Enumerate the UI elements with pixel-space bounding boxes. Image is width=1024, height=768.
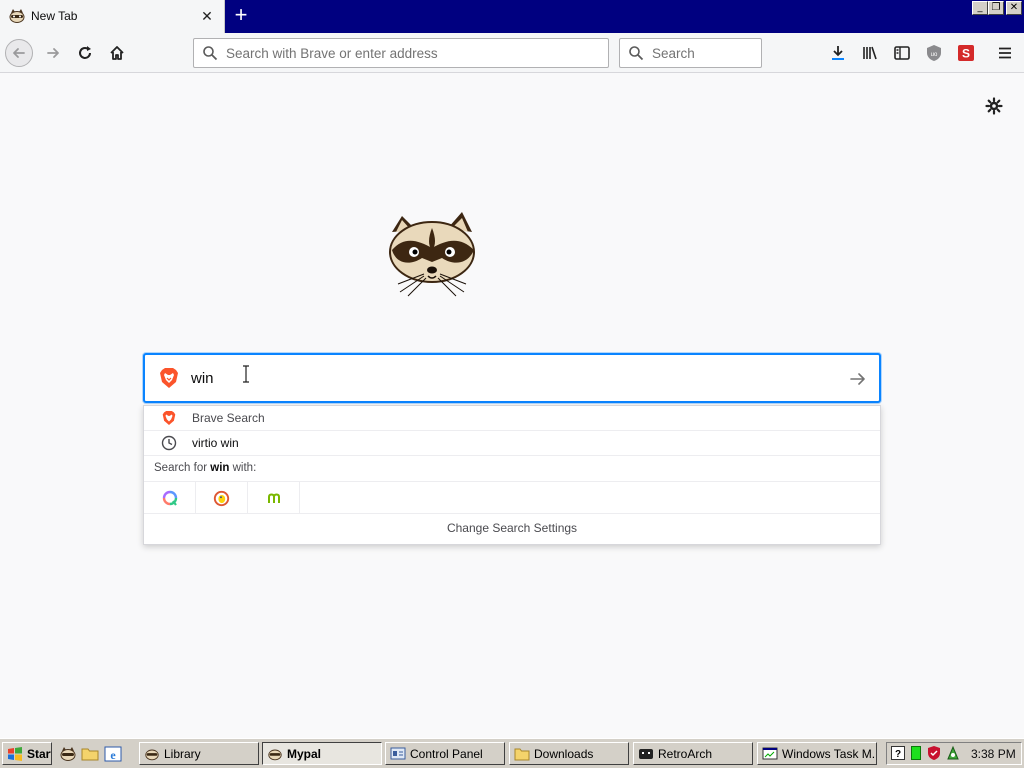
folder-quicklaunch-icon[interactable] <box>81 745 99 763</box>
library-button[interactable] <box>858 41 882 65</box>
ublock-button[interactable]: uo <box>922 41 946 65</box>
taskbar-item-task-manager[interactable]: Windows Task M... <box>757 742 877 765</box>
minimize-button[interactable]: _ <box>972 1 988 15</box>
search-bar-placeholder: Search <box>652 46 695 61</box>
reload-icon <box>79 46 91 59</box>
close-window-button[interactable]: ✕ <box>1006 1 1022 15</box>
shield-tray-icon[interactable] <box>927 745 941 761</box>
search-for-header: Search for win with: <box>154 462 257 474</box>
search-query-text: win <box>191 370 214 387</box>
menu-icon <box>999 47 1011 59</box>
addon-s-button[interactable]: S <box>954 41 978 65</box>
task-manager-icon <box>762 747 778 759</box>
raccoon-quicklaunch-icon[interactable] <box>59 745 77 763</box>
help-icon[interactable]: ? <box>891 746 905 760</box>
new-tab-page: win Brave Search virtio win Search for w… <box>0 74 1024 738</box>
forward-arrow-icon <box>47 48 59 58</box>
qwant-icon <box>162 490 177 506</box>
suggestion-history[interactable]: virtio win <box>144 431 880 456</box>
raccoon-logo-icon <box>389 212 475 297</box>
engine-qwant-button[interactable] <box>144 482 196 514</box>
page-settings-button[interactable] <box>982 94 1006 118</box>
taskbar-item-downloads[interactable]: Downloads <box>509 742 629 765</box>
app-tray-icon[interactable] <box>945 745 961 761</box>
mojeek-icon <box>267 493 280 503</box>
url-bar[interactable]: Search with Brave or enter address <box>193 38 609 68</box>
suggestion-label: Brave Search <box>192 411 265 425</box>
taskbar: Start e Library Mypal Control Panel Down… <box>0 738 1024 768</box>
clock: 3:38 PM <box>971 747 1016 761</box>
nav-toolbar: Search with Brave or enter address Searc… <box>0 33 1024 73</box>
gear-icon <box>985 97 1003 115</box>
svg-text:uo: uo <box>931 52 938 58</box>
ublock-icon: uo <box>927 45 941 61</box>
addon-s-icon: S <box>958 45 974 61</box>
folder-icon <box>514 748 530 760</box>
duckduckgo-icon <box>213 490 230 506</box>
back-button[interactable] <box>4 38 34 68</box>
search-suggestions-dropdown: Brave Search virtio win Search for win w… <box>143 405 881 545</box>
suggestion-label: virtio win <box>192 436 239 450</box>
taskbar-item-library[interactable]: Library <box>139 742 259 765</box>
forward-button[interactable] <box>38 38 68 68</box>
raccoon-app-icon <box>268 749 282 760</box>
history-clock-icon <box>161 435 177 451</box>
home-button[interactable] <box>102 38 132 68</box>
search-go-button[interactable] <box>847 368 869 390</box>
back-arrow-icon <box>5 39 33 67</box>
taskbar-item-retroarch[interactable]: RetroArch <box>633 742 753 765</box>
retroarch-icon <box>639 748 653 759</box>
restore-button[interactable]: ❐ <box>988 1 1004 15</box>
engine-duckduckgo-button[interactable] <box>196 482 248 514</box>
engine-mojeek-button[interactable] <box>248 482 300 514</box>
new-tab-button[interactable]: + <box>228 3 254 29</box>
raccoon-favicon-icon <box>9 9 25 23</box>
arrow-right-icon <box>850 373 865 385</box>
newtab-search-input[interactable]: win <box>143 353 881 403</box>
start-label: Start <box>27 746 52 761</box>
download-button[interactable] <box>826 41 850 65</box>
start-button[interactable]: Start <box>2 742 52 765</box>
control-panel-icon <box>390 747 406 759</box>
library-icon <box>863 46 877 60</box>
system-tray: ? 3:38 PM <box>886 742 1022 765</box>
search-icon <box>629 46 644 61</box>
raccoon-app-icon <box>145 749 159 760</box>
text-cursor-icon <box>243 365 249 383</box>
tab-new-tab[interactable]: New Tab ✕ <box>0 0 225 33</box>
search-bar[interactable]: Search <box>619 38 762 68</box>
tab-title: New Tab <box>31 9 78 23</box>
menu-button[interactable] <box>993 41 1017 65</box>
brave-icon <box>160 368 178 388</box>
search-for-term: win <box>210 462 230 474</box>
network-status-icon[interactable] <box>911 746 921 760</box>
ie-quicklaunch-icon[interactable]: e <box>104 745 122 763</box>
reload-button[interactable] <box>70 38 100 68</box>
search-icon <box>203 46 218 61</box>
change-search-settings-button[interactable]: Change Search Settings <box>144 521 880 535</box>
one-off-engines-row <box>144 481 880 514</box>
home-icon <box>110 46 124 60</box>
sidebar-button[interactable] <box>890 41 914 65</box>
svg-text:?: ? <box>895 749 901 760</box>
brave-icon <box>161 410 177 426</box>
tab-close-icon[interactable]: ✕ <box>198 6 216 26</box>
download-icon <box>832 46 844 60</box>
tab-strip: New Tab ✕ + _ ❐ ✕ <box>0 0 1024 33</box>
svg-text:S: S <box>962 47 970 61</box>
svg-text:e: e <box>110 748 116 762</box>
windows-logo-icon <box>8 746 22 761</box>
sidebar-icon <box>894 46 910 60</box>
taskbar-item-control-panel[interactable]: Control Panel <box>385 742 505 765</box>
suggestion-brave-search[interactable]: Brave Search <box>144 406 880 431</box>
taskbar-item-mypal[interactable]: Mypal <box>262 742 382 765</box>
url-bar-placeholder: Search with Brave or enter address <box>226 46 438 61</box>
